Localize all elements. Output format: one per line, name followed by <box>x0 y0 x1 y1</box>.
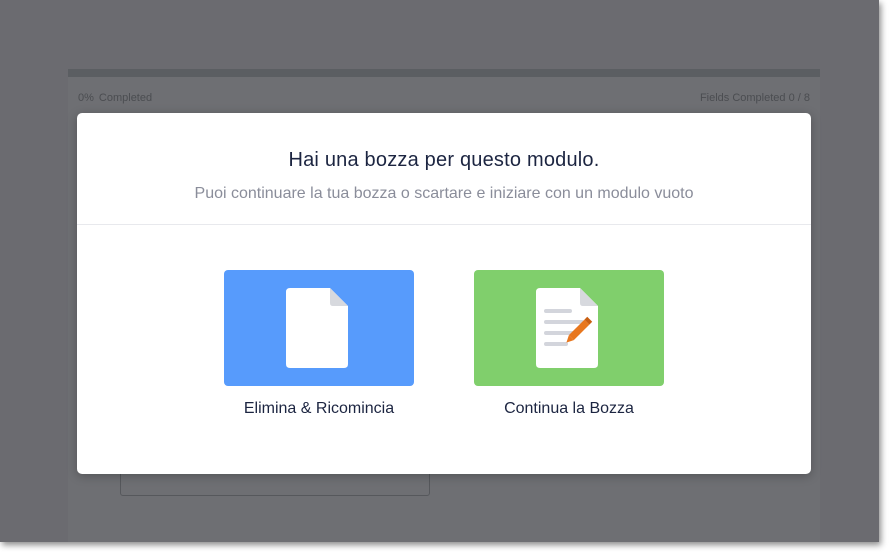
app-window: 0% Completed Fields Completed 0 / 8 Hai u… <box>0 0 879 542</box>
draft-modal: Hai una bozza per questo modulo. Puoi co… <box>77 113 811 474</box>
continue-draft-label: Continua la Bozza <box>504 400 634 417</box>
blank-document-icon <box>286 288 348 368</box>
progress-text: 0% Completed <box>78 92 152 104</box>
delete-and-restart-tile[interactable] <box>224 270 414 386</box>
delete-and-restart-label: Elimina & Ricomincia <box>243 400 395 417</box>
continue-draft-button[interactable]: Continua la Bozza <box>474 270 664 418</box>
fields-completed: Fields Completed 0 / 8 <box>700 92 810 104</box>
progress-bar <box>68 69 820 77</box>
modal-divider <box>77 224 811 225</box>
modal-subtitle: Puoi continuare la tua bozza o scartare … <box>194 185 694 202</box>
continue-draft-tile[interactable] <box>474 270 664 386</box>
edit-document-icon <box>536 288 598 368</box>
fields-completed-label: Fields Completed <box>699 92 786 104</box>
delete-and-restart-button[interactable]: Elimina & Ricomincia <box>224 270 414 418</box>
progress-completed-label: Completed <box>98 92 153 104</box>
fields-completed-count: 0 / 8 <box>788 92 810 104</box>
modal-title: Hai una bozza per questo modulo. <box>288 149 600 171</box>
progress-percent: 0% <box>78 92 94 104</box>
